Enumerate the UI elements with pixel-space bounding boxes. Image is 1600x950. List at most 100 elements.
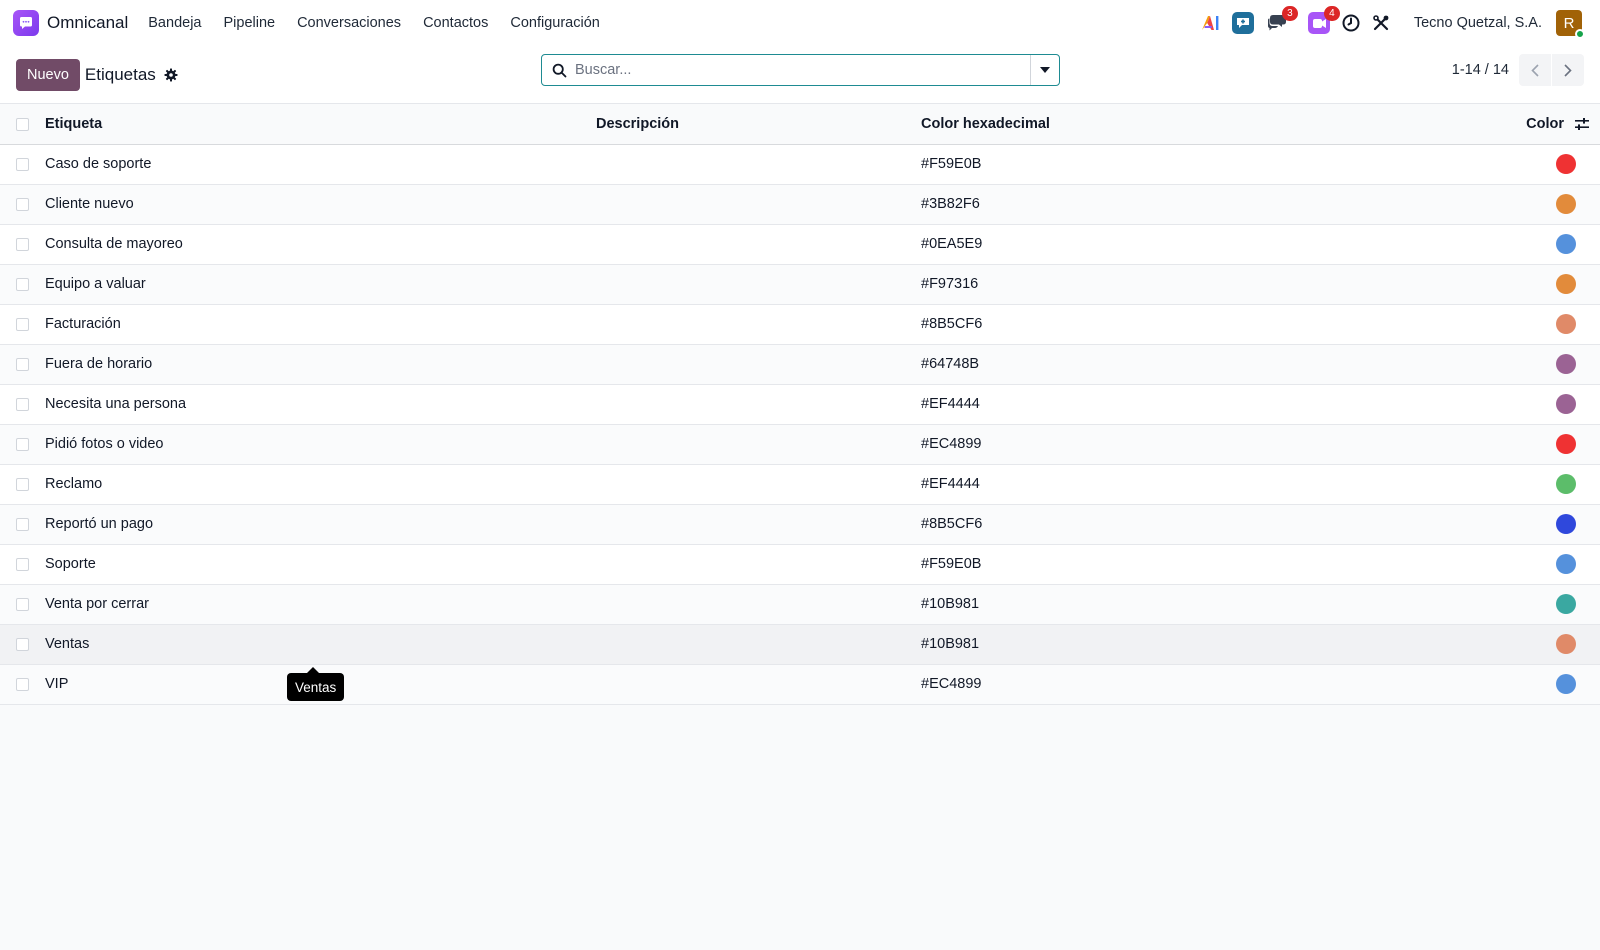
tag-description[interactable] (596, 544, 921, 584)
table-row[interactable]: Fuera de horario #64748B (0, 344, 1600, 384)
pager-previous-button[interactable] (1519, 54, 1551, 86)
tag-description[interactable] (596, 424, 921, 464)
row-checkbox[interactable] (16, 678, 29, 691)
color-swatch[interactable] (1556, 674, 1576, 694)
table-row[interactable]: Soporte #F59E0B (0, 544, 1600, 584)
omnicanal-app-icon[interactable] (13, 10, 39, 36)
pager-value[interactable]: 1-14 / 14 (1452, 62, 1509, 78)
tag-name[interactable]: Reclamo (45, 464, 596, 504)
row-checkbox[interactable] (16, 598, 29, 611)
tag-hex-color[interactable]: #8B5CF6 (921, 304, 1520, 344)
tag-description[interactable] (596, 304, 921, 344)
tag-hex-color[interactable]: #8B5CF6 (921, 504, 1520, 544)
table-row[interactable]: Venta por cerrar #10B981 (0, 584, 1600, 624)
tag-name[interactable]: Consulta de mayoreo (45, 224, 596, 264)
column-header-color[interactable]: Color (1526, 116, 1564, 132)
menu-conversaciones[interactable]: Conversaciones (297, 15, 401, 31)
column-header-color-hexadecimal[interactable]: Color hexadecimal (921, 104, 1520, 144)
table-row[interactable]: Pidió fotos o video #EC4899 (0, 424, 1600, 464)
tag-description[interactable] (596, 224, 921, 264)
color-swatch[interactable] (1556, 554, 1576, 574)
tag-description[interactable] (596, 184, 921, 224)
tag-description[interactable] (596, 264, 921, 304)
tag-name[interactable]: Fuera de horario (45, 344, 596, 384)
color-swatch[interactable] (1556, 154, 1576, 174)
table-row[interactable]: Caso de soporte #F59E0B (0, 144, 1600, 184)
tag-hex-color[interactable]: #F97316 (921, 264, 1520, 304)
tag-name[interactable]: Caso de soporte (45, 144, 596, 184)
color-swatch[interactable] (1556, 314, 1576, 334)
color-swatch[interactable] (1556, 634, 1576, 654)
color-swatch[interactable] (1556, 194, 1576, 214)
tag-hex-color[interactable]: #64748B (921, 344, 1520, 384)
company-switcher[interactable]: Tecno Quetzal, S.A. (1414, 15, 1542, 31)
tag-name[interactable]: Venta por cerrar (45, 584, 596, 624)
tag-name[interactable]: Pidió fotos o video (45, 424, 596, 464)
row-checkbox[interactable] (16, 318, 29, 331)
row-checkbox[interactable] (16, 558, 29, 571)
tag-name[interactable]: Reportó un pago (45, 504, 596, 544)
row-checkbox[interactable] (16, 398, 29, 411)
tag-description[interactable] (596, 464, 921, 504)
activity-icon[interactable]: 4 (1307, 6, 1340, 34)
row-checkbox[interactable] (16, 638, 29, 651)
tools-icon[interactable] (1370, 12, 1392, 34)
color-swatch[interactable] (1556, 514, 1576, 534)
row-checkbox[interactable] (16, 158, 29, 171)
discuss-icon[interactable] (1231, 12, 1254, 34)
color-swatch[interactable] (1556, 234, 1576, 254)
pager-next-button[interactable] (1552, 54, 1584, 86)
tag-hex-color[interactable]: #EF4444 (921, 464, 1520, 504)
search-options-toggle[interactable] (1030, 55, 1059, 85)
tag-description[interactable] (596, 384, 921, 424)
color-swatch[interactable] (1556, 434, 1576, 454)
user-avatar[interactable]: R (1556, 10, 1585, 39)
table-row[interactable]: Facturación #8B5CF6 (0, 304, 1600, 344)
row-checkbox[interactable] (16, 238, 29, 251)
messages-icon[interactable]: 3 (1266, 6, 1298, 34)
menu-bandeja[interactable]: Bandeja (148, 15, 201, 31)
table-row[interactable]: Equipo a valuar #F97316 (0, 264, 1600, 304)
new-button[interactable]: Nuevo (16, 58, 80, 91)
tag-hex-color[interactable]: #EF4444 (921, 384, 1520, 424)
column-header-etiqueta[interactable]: Etiqueta (45, 104, 596, 144)
table-row[interactable]: Necesita una persona #EF4444 (0, 384, 1600, 424)
optional-columns-icon[interactable] (1574, 117, 1590, 131)
color-swatch[interactable] (1556, 354, 1576, 374)
row-checkbox[interactable] (16, 478, 29, 491)
tag-description[interactable] (596, 664, 921, 704)
row-checkbox[interactable] (16, 438, 29, 451)
color-swatch[interactable] (1556, 394, 1576, 414)
tag-hex-color[interactable]: #10B981 (921, 624, 1520, 664)
gear-icon[interactable] (164, 68, 178, 82)
table-row[interactable]: VIP #EC4899 (0, 664, 1600, 704)
tag-hex-color[interactable]: #EC4899 (921, 424, 1520, 464)
row-checkbox[interactable] (16, 198, 29, 211)
color-swatch[interactable] (1556, 474, 1576, 494)
color-swatch[interactable] (1556, 594, 1576, 614)
table-row[interactable]: Reportó un pago #8B5CF6 (0, 504, 1600, 544)
tag-hex-color[interactable]: #F59E0B (921, 144, 1520, 184)
tag-description[interactable] (596, 504, 921, 544)
table-row[interactable]: Ventas #10B981 (0, 624, 1600, 664)
menu-configuracion[interactable]: Configuración (510, 15, 599, 31)
tag-hex-color[interactable]: #3B82F6 (921, 184, 1520, 224)
tag-description[interactable] (596, 584, 921, 624)
tag-name[interactable]: Soporte (45, 544, 596, 584)
table-row[interactable]: Consulta de mayoreo #0EA5E9 (0, 224, 1600, 264)
tag-name[interactable]: Ventas (45, 624, 596, 664)
menu-pipeline[interactable]: Pipeline (223, 15, 275, 31)
ai-icon[interactable] (1200, 12, 1222, 34)
column-header-descripcion[interactable]: Descripción (596, 104, 921, 144)
tag-hex-color[interactable]: #0EA5E9 (921, 224, 1520, 264)
tag-name[interactable]: Cliente nuevo (45, 184, 596, 224)
tag-name[interactable]: Equipo a valuar (45, 264, 596, 304)
tag-name[interactable]: Facturación (45, 304, 596, 344)
color-swatch[interactable] (1556, 274, 1576, 294)
menu-contactos[interactable]: Contactos (423, 15, 488, 31)
select-all-checkbox[interactable] (16, 117, 29, 131)
app-name[interactable]: Omnicanal (47, 13, 128, 33)
table-row[interactable]: Reclamo #EF4444 (0, 464, 1600, 504)
table-row[interactable]: Cliente nuevo #3B82F6 (0, 184, 1600, 224)
tag-hex-color[interactable]: #10B981 (921, 584, 1520, 624)
